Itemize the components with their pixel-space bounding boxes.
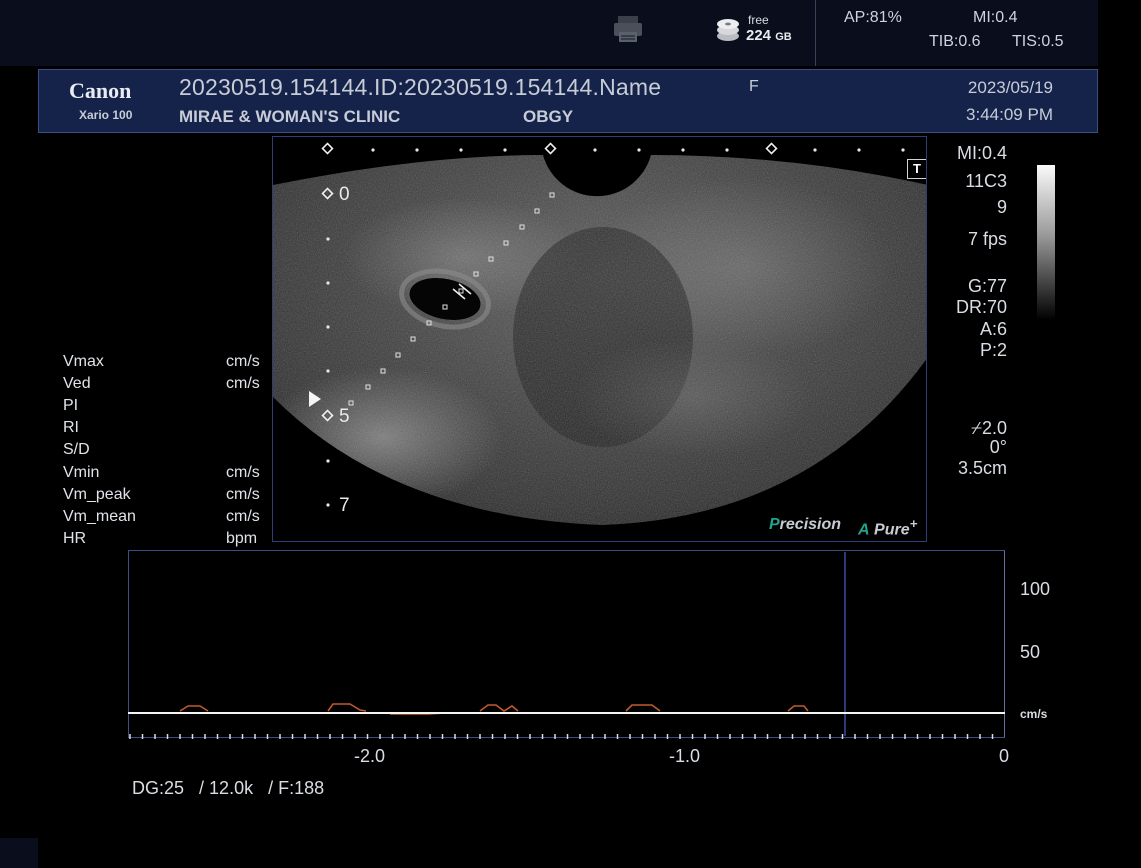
- x-tick-minus-1: -1.0: [669, 746, 701, 766]
- doppler-prf: / 12.0k: [199, 778, 254, 798]
- patient-header: Canon Xario 100 20230519.154144.ID:20230…: [38, 69, 1098, 133]
- clinic-name: MIRAE & WOMAN'S CLINIC: [179, 107, 401, 126]
- param-p: P:2: [979, 340, 1007, 360]
- param-angle-degrees: 0°: [989, 437, 1007, 457]
- param-a: A:6: [979, 319, 1007, 339]
- free-space-label: free: [748, 13, 769, 27]
- exam-time: 3:44:09 PM: [966, 105, 1053, 124]
- meas-unit: cm/s: [226, 353, 260, 370]
- free-space-unit: GB: [775, 31, 792, 43]
- patient-sex: F: [749, 78, 759, 95]
- printer-icon: [614, 16, 642, 42]
- meas-label: Vm_mean: [63, 508, 136, 525]
- precision-label: Precision: [769, 516, 841, 534]
- doppler-trace: [128, 552, 1005, 736]
- depth-label-0: 0: [339, 184, 350, 205]
- depth-label-7: 7: [339, 495, 350, 516]
- doppler-gain: DG:25: [132, 778, 185, 798]
- exam-date: 2023/05/19: [967, 78, 1053, 97]
- apure-prefix: A: [858, 521, 870, 539]
- doppler-time-ruler: [129, 734, 994, 739]
- thermal-index-bone: TIB:0.6: [929, 33, 981, 50]
- param-frequency: 9: [996, 197, 1007, 217]
- y-tick-50: 50: [1020, 642, 1041, 662]
- param-fps: 7 fps: [967, 229, 1007, 249]
- angle-icon: ⌿: [971, 418, 982, 438]
- meas-unit: cm/s: [226, 508, 260, 525]
- param-angle: ⌿2.0: [919, 418, 1007, 439]
- disk-icon: [717, 19, 739, 41]
- meas-label: S/D: [63, 441, 90, 458]
- status-divider: [815, 0, 816, 66]
- department: OBGY: [523, 107, 574, 126]
- free-space-value: 224 GB: [746, 27, 792, 44]
- y-axis-unit: cm/s: [1020, 707, 1048, 721]
- meas-label: RI: [63, 419, 79, 436]
- param-angle-value: 2.0: [981, 418, 1007, 438]
- meas-label: Ved: [63, 375, 91, 392]
- param-dynamic-range: DR:70: [955, 297, 1007, 317]
- meas-label: Vm_peak: [63, 486, 131, 503]
- free-space-number: 224: [746, 27, 772, 44]
- meas-unit: cm/s: [226, 375, 260, 392]
- mechanical-index: MI:0.4: [973, 9, 1018, 26]
- param-depth: 3.5cm: [957, 458, 1007, 478]
- thermal-index-soft: TIS:0.5: [1012, 33, 1064, 50]
- doppler-trace-panel[interactable]: [128, 550, 1005, 738]
- precision-rest: recision: [779, 516, 842, 533]
- apure-suffix: +: [909, 516, 918, 531]
- depth-label-5: 5: [339, 406, 350, 427]
- meas-label: Vmax: [63, 353, 104, 370]
- apure-rest: Pure: [874, 521, 910, 539]
- x-tick-0: 0: [999, 746, 1010, 766]
- ultrasound-image-panel[interactable]: 0 5 7 T Precision A Pure+: [272, 136, 927, 542]
- brand-logo: Canon: [69, 78, 132, 103]
- ultrasound-sector: [273, 142, 926, 525]
- meas-unit: cm/s: [226, 486, 260, 503]
- grayscale-bar: [1037, 165, 1055, 320]
- apure-label: A Pure+: [858, 516, 917, 539]
- status-bar: free 224 GB AP:81% MI:0.4 TIB:0.6 TIS:0.…: [0, 0, 1098, 66]
- x-tick-minus-2: -2.0: [354, 746, 386, 766]
- param-mi: MI:0.4: [956, 143, 1007, 163]
- doppler-settings: DG:25 / 12.0k / F:188: [132, 778, 334, 799]
- acoustic-power: AP:81%: [844, 9, 902, 26]
- param-gain: G:77: [967, 276, 1007, 296]
- meas-label: HR: [63, 530, 87, 547]
- meas-label: PI: [63, 397, 79, 414]
- corner-tab: [0, 838, 38, 868]
- meas-unit: cm/s: [226, 464, 260, 481]
- doppler-filter: / F:188: [268, 778, 325, 798]
- precision-prefix: P: [769, 516, 780, 533]
- patient-id: 20230519.154144.ID:20230519.154144.Name: [179, 74, 662, 100]
- meas-label: Vmin: [63, 464, 100, 481]
- machine-model: Xario 100: [79, 108, 133, 122]
- param-probe: 11C3: [965, 171, 1007, 191]
- y-tick-100: 100: [1020, 579, 1051, 599]
- meas-unit: bpm: [226, 530, 258, 547]
